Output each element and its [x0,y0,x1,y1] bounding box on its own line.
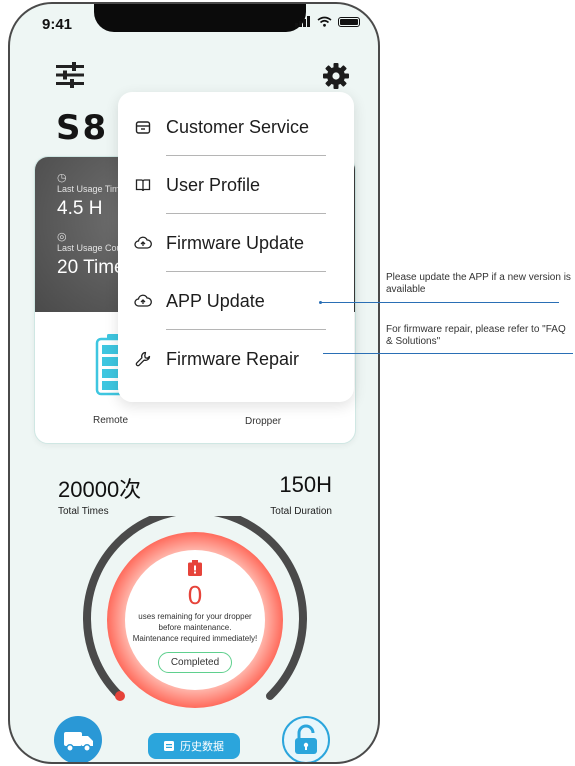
remaining-count: 0 [187,580,203,610]
menu-item-firmware-repair[interactable]: Firmware Repair [118,337,354,381]
menu-label-firmware-update: Firmware Update [166,232,305,253]
service-icon [132,119,154,135]
menu-item-firmware-update[interactable]: Firmware Update [118,221,354,265]
gauge-level-marker [115,691,125,701]
gauge-text-1: uses remaining for your dropper [138,612,252,621]
annotation-line [323,353,573,354]
alert-battery-icon [188,560,202,576]
gauge-text-2: before maintenance. [158,623,232,632]
lock-icon [295,724,317,754]
wrench-icon [132,351,154,367]
status-icons [295,16,360,27]
menu-divider [166,329,326,330]
list-icon [164,741,174,751]
menu-label-customer-service: Customer Service [166,116,310,137]
menu-label-firmware-repair: Firmware Repair [166,348,300,369]
cloud-upload-icon [132,236,154,250]
dropper-label: Dropper [245,416,282,427]
battery-icon [338,16,360,27]
wifi-icon [317,16,332,27]
notch [94,4,306,32]
menu-item-customer-service[interactable]: Customer Service [118,105,354,149]
annotation-firmware-repair: For firmware repair, please refer to "FA… [386,324,566,347]
sliders-icon[interactable] [56,62,84,88]
menu-divider [166,271,326,272]
menu-label-user-profile: User Profile [166,174,261,195]
menu-divider [166,155,326,156]
total-times-value: 20000次 [58,477,142,502]
menu-divider [166,213,326,214]
total-duration-value: 150H [279,472,332,497]
menu-item-user-profile[interactable]: User Profile [118,163,354,207]
page: 9:41 S8 ◷ Last Usage Time 4.5 H ◎ Last U… [0,0,575,766]
truck-button[interactable] [54,716,102,762]
book-icon [132,177,154,193]
cloud-upload-icon [132,294,154,308]
truck-icon [64,732,93,752]
signal-icon [295,16,311,27]
status-time: 9:41 [42,16,73,33]
completed-button[interactable]: Completed [157,652,233,673]
annotation-app-update: Please update the APP if a new version i… [386,272,571,295]
menu-label-app-update: APP Update [166,290,265,311]
gauge-text-3: Maintenance required immediately! [132,634,258,643]
annotation-line [321,302,559,303]
history-label: 历史数据 [180,741,224,753]
history-button[interactable]: 历史数据 [148,733,240,759]
gauge-center: 0 uses remaining for your dropper before… [122,560,268,673]
gear-icon[interactable] [322,62,350,90]
lock-button[interactable] [282,716,330,762]
settings-menu: Customer Service User Profile Firmware U… [118,92,354,402]
model-title: S8 [56,108,109,148]
remote-label: Remote [93,415,129,426]
